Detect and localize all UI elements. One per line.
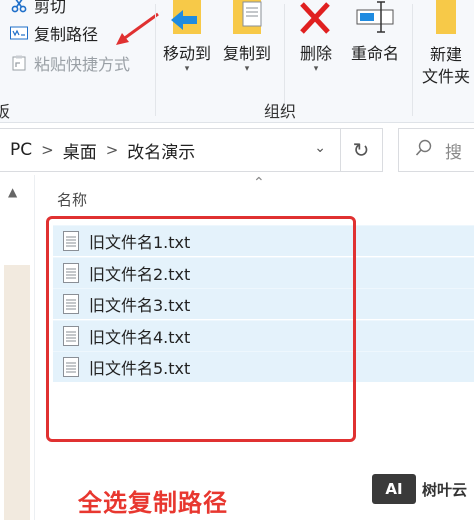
column-header-name[interactable]: 名称: [57, 189, 87, 210]
watermark-text: 树叶云: [422, 480, 468, 499]
watermark-logo: AI: [372, 474, 416, 504]
chevron-right-icon: >: [105, 141, 119, 159]
copy-to-icon: [227, 0, 267, 40]
ribbon: 剪切 复制路径 粘贴快捷方式 板 移动到 ▾ 复制到 ▾ 删除 ▾ 重命名 组织…: [0, 0, 474, 123]
organize-group-label: 组织: [264, 102, 297, 121]
rename-button[interactable]: 重命名: [344, 0, 406, 90]
ribbon-separator: [412, 4, 413, 116]
new-folder-label-1: 新建: [429, 45, 462, 64]
text-file-icon: [63, 231, 79, 251]
search-placeholder: 搜: [445, 142, 462, 163]
paste-shortcut-icon: [10, 54, 28, 72]
move-to-icon: [167, 0, 207, 40]
text-file-icon: [63, 294, 79, 315]
list-item[interactable]: 旧文件名5.txt: [53, 351, 474, 383]
file-name: 旧文件名5.txt: [89, 359, 191, 379]
clipboard-group-label: 板: [0, 102, 11, 121]
ribbon-separator: [155, 4, 156, 116]
refresh-icon: ↻: [352, 138, 370, 162]
delete-x-icon: [296, 0, 336, 40]
chevron-down-icon[interactable]: ⌄: [314, 140, 326, 156]
file-name: 旧文件名3.txt: [89, 296, 191, 316]
delete-button[interactable]: 删除 ▾: [292, 0, 340, 90]
list-item[interactable]: 旧文件名4.txt: [53, 319, 474, 351]
paste-shortcut-button[interactable]: 粘贴快捷方式: [10, 52, 130, 74]
refresh-button[interactable]: ↻: [340, 128, 383, 172]
breadcrumb-current-folder[interactable]: 改名演示: [127, 138, 195, 163]
copy-path-label: 复制路径: [34, 25, 99, 44]
copy-to-button[interactable]: 复制到 ▾: [218, 0, 276, 90]
delete-dropdown-icon: ▾: [313, 64, 319, 74]
rename-label: 重命名: [350, 44, 399, 63]
sort-caret-icon: ⌃: [253, 175, 265, 191]
scroll-up-icon[interactable]: ▲: [8, 185, 17, 199]
copy-path-button[interactable]: 复制路径: [10, 22, 98, 44]
paste-shortcut-label: 粘贴快捷方式: [34, 55, 131, 74]
annotation-caption: 全选复制路径: [78, 489, 228, 517]
delete-label: 删除: [299, 44, 332, 63]
cut-button[interactable]: 剪切: [10, 0, 66, 16]
text-file-icon: [63, 262, 79, 283]
move-to-label: 移动到: [162, 44, 211, 63]
watermark: AI 树叶云: [372, 474, 467, 504]
new-folder-icon: [426, 0, 466, 40]
file-name: 旧文件名1.txt: [89, 233, 191, 252]
text-file-icon: [63, 357, 79, 378]
list-item[interactable]: 旧文件名3.txt: [53, 288, 474, 320]
list-item[interactable]: 旧文件名2.txt: [53, 256, 474, 288]
chevron-right-icon: >: [41, 141, 54, 159]
new-folder-label-2: 文件夹: [421, 67, 470, 86]
breadcrumb-desktop[interactable]: 桌面: [63, 138, 97, 163]
nav-scrollbar[interactable]: [4, 265, 30, 520]
copy-path-icon: [10, 24, 28, 42]
copy-to-dropdown-icon: ▾: [244, 64, 250, 74]
file-rows: 旧文件名1.txt 旧文件名2.txt 旧文件名3.txt 旧文件名4.txt …: [53, 225, 474, 383]
address-bar[interactable]: PC > 桌面 > 改名演示 ⌄: [0, 128, 341, 172]
new-folder-button[interactable]: 新建 文件夹: [416, 0, 474, 90]
cut-label: 剪切: [34, 0, 67, 16]
rename-icon: [353, 0, 397, 40]
navigation-pane: ▲: [0, 175, 35, 520]
file-list: ⌃ 名称 旧文件名1.txt 旧文件名2.txt 旧文件名3.txt 旧文件名4…: [35, 175, 474, 520]
text-file-icon: [63, 325, 79, 346]
scissors-icon: [10, 0, 28, 14]
file-name: 旧文件名2.txt: [89, 264, 191, 284]
breadcrumb-pc[interactable]: PC: [10, 140, 32, 160]
file-name: 旧文件名4.txt: [89, 327, 191, 347]
search-icon: [415, 139, 433, 162]
search-box[interactable]: 搜: [398, 128, 474, 172]
address-row: PC > 桌面 > 改名演示 ⌄ ↻ 搜: [0, 126, 474, 174]
list-item[interactable]: 旧文件名1.txt: [53, 225, 474, 256]
move-to-button[interactable]: 移动到 ▾: [158, 0, 216, 90]
move-to-dropdown-icon: ▾: [184, 64, 190, 74]
copy-to-label: 复制到: [222, 44, 271, 63]
